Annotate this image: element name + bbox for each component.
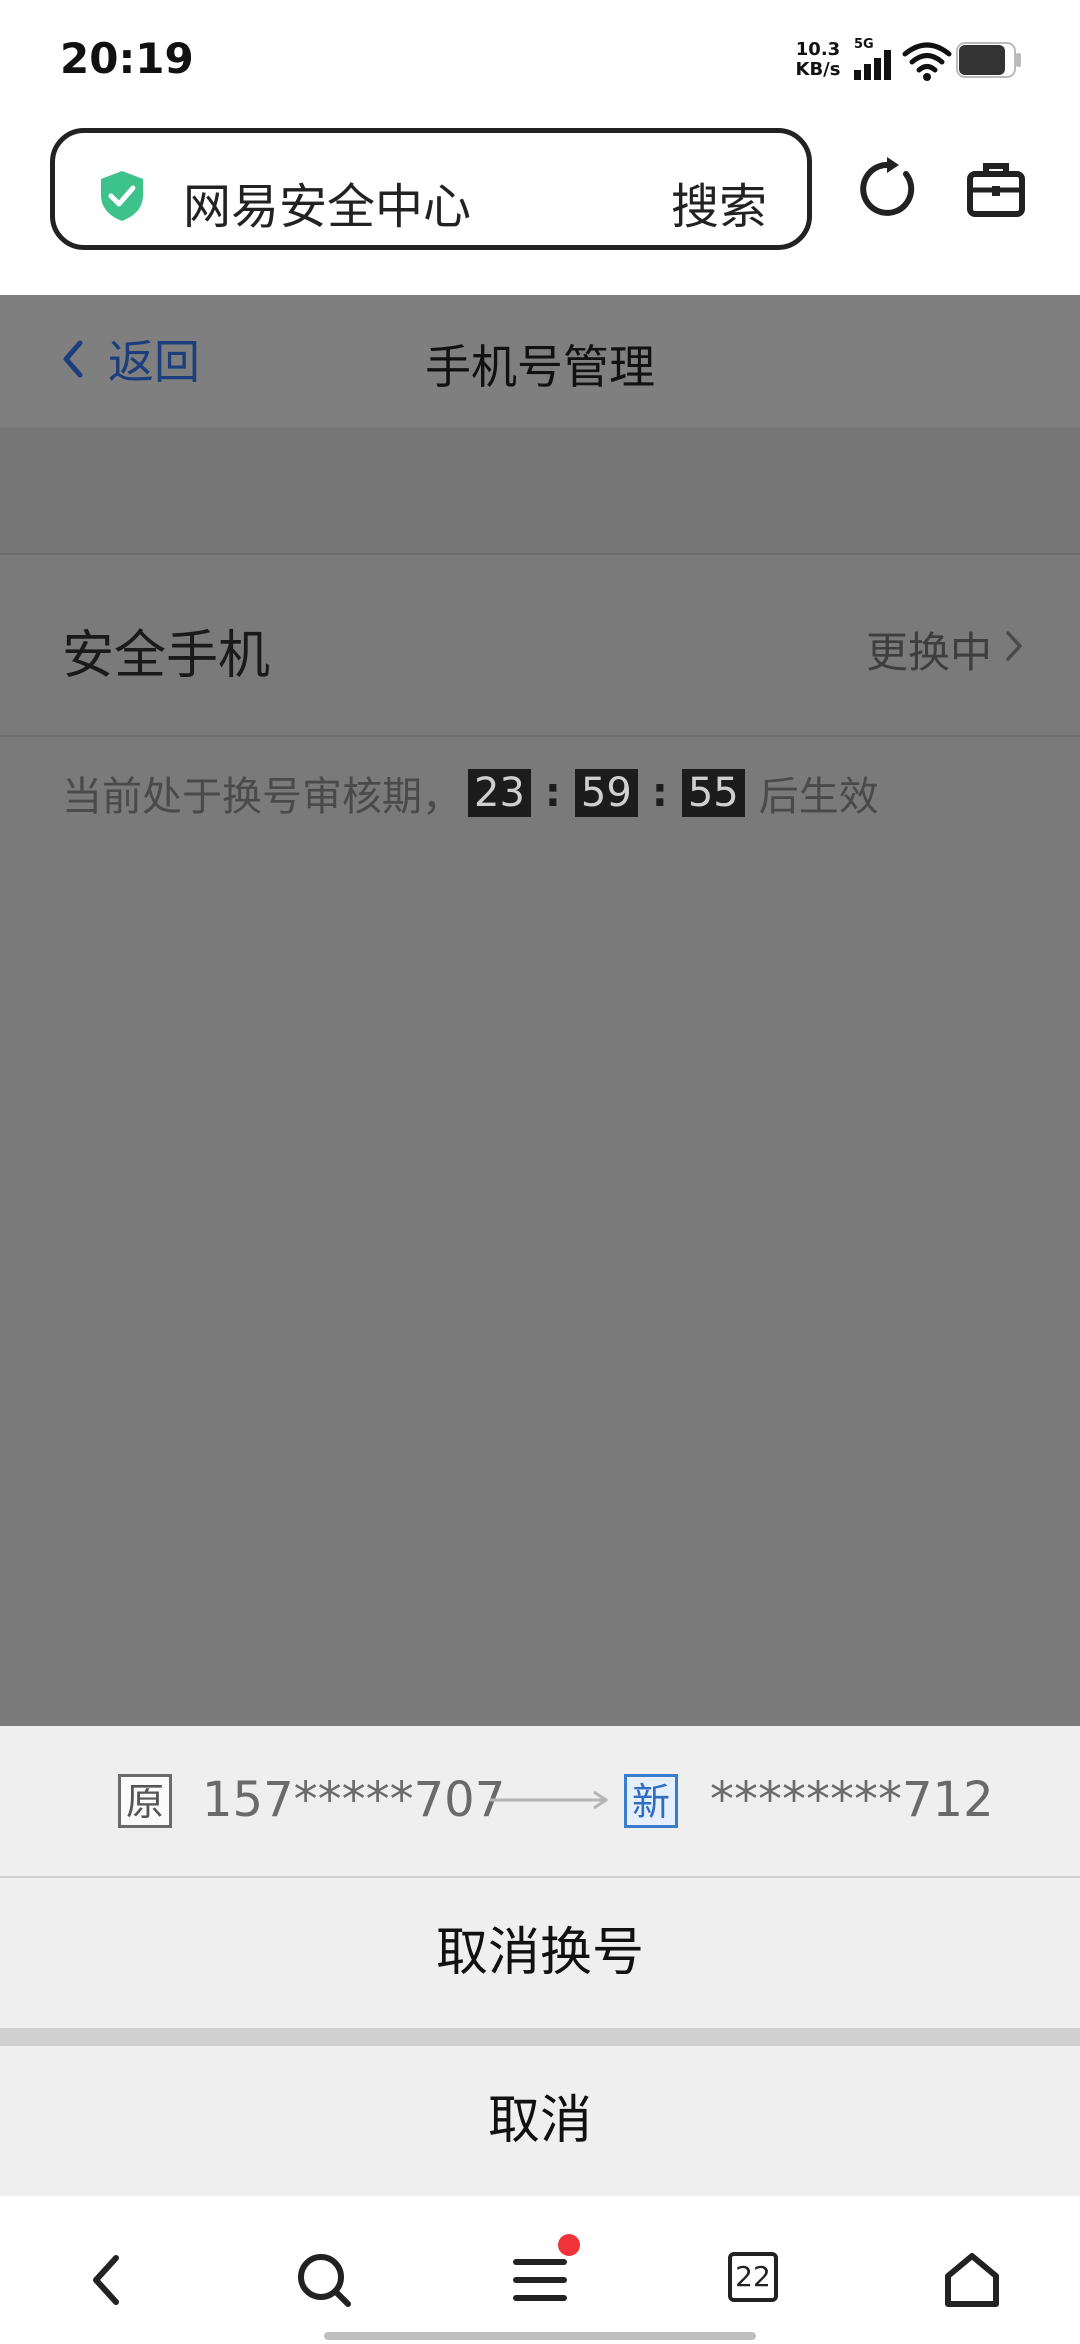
battery-icon [956,42,1021,78]
toolbox-icon[interactable] [966,160,1026,218]
notification-dot [558,2234,580,2256]
countdown-hours: 23 [468,769,531,817]
review-countdown: 当前处于换号审核期， 23 : 59 : 55 后生效 [62,764,879,822]
old-phone-number: 157*****707 [202,1772,506,1828]
search-icon [298,2254,351,2307]
number-change-row: 原 157*****707 新 ********712 [0,1726,1080,1878]
menu-icon [513,2259,567,2301]
home-indicator[interactable] [324,2332,756,2340]
countdown-minutes: 59 [574,769,638,817]
nav-home-button[interactable] [932,2240,1012,2320]
tab-count: 22 [728,2252,778,2302]
url-title: 网易安全中心 [183,179,472,235]
new-number-tag: 新 [624,1774,678,1828]
network-type: 5G [854,37,874,52]
nav-back-button[interactable] [66,2240,146,2320]
wifi-icon [902,42,952,81]
nav-search-button[interactable] [284,2240,364,2320]
status-time: 20:19 [60,34,194,83]
cancel-number-change-button[interactable]: 取消换号 [0,1878,1080,2028]
net-speed-unit: KB/s [795,59,841,80]
old-number-tag: 原 [118,1774,172,1828]
address-bar[interactable]: 网易安全中心 搜索 [50,128,812,250]
countdown-prefix: 当前处于换号审核期， [62,774,462,820]
countdown-suffix: 后生效 [758,774,879,820]
status-bar: 20:19 10.3 KB/s 5G [0,0,1080,120]
browser-bar: 网易安全中心 搜索 [0,120,1080,295]
chevron-left-icon [93,2255,119,2305]
shield-check-icon [101,171,143,221]
countdown-seconds: 55 [681,769,745,817]
cancel-button[interactable]: 取消 [0,2046,1080,2196]
chevron-right-icon [1006,631,1022,661]
bottom-nav: 22 [0,2196,1080,2344]
sheet-divider [0,2028,1080,2046]
countdown-separator: : [544,770,561,816]
net-speed-value: 10.3 [795,39,841,60]
action-sheet: 原 157*****707 新 ********712 取消换号 取消 [0,1726,1080,2196]
security-phone-label: 安全手机 [62,626,271,686]
home-icon [945,2253,999,2307]
search-button[interactable]: 搜索 [671,167,767,237]
blank-band [0,427,1080,555]
countdown-separator: : [651,770,668,816]
security-phone-row[interactable]: 安全手机 更换中 [0,555,1080,737]
page-header: 返回 手机号管理 [0,295,1080,427]
nav-tabs-button[interactable]: 22 [716,2240,796,2320]
arrow-right-icon [490,1790,609,1810]
net-speed: 10.3 KB/s [790,40,846,80]
refresh-icon[interactable] [858,156,920,222]
phone-change-status: 更换中 [865,628,992,677]
screen: 20:19 10.3 KB/s 5G 网易安全中心 搜索 返回 手机号管理 安全… [0,0,1080,2344]
new-phone-number: ********712 [710,1772,994,1828]
page-title: 手机号管理 [425,340,655,394]
nav-menu-button[interactable] [500,2234,580,2320]
signal-icon: 5G [854,37,891,80]
